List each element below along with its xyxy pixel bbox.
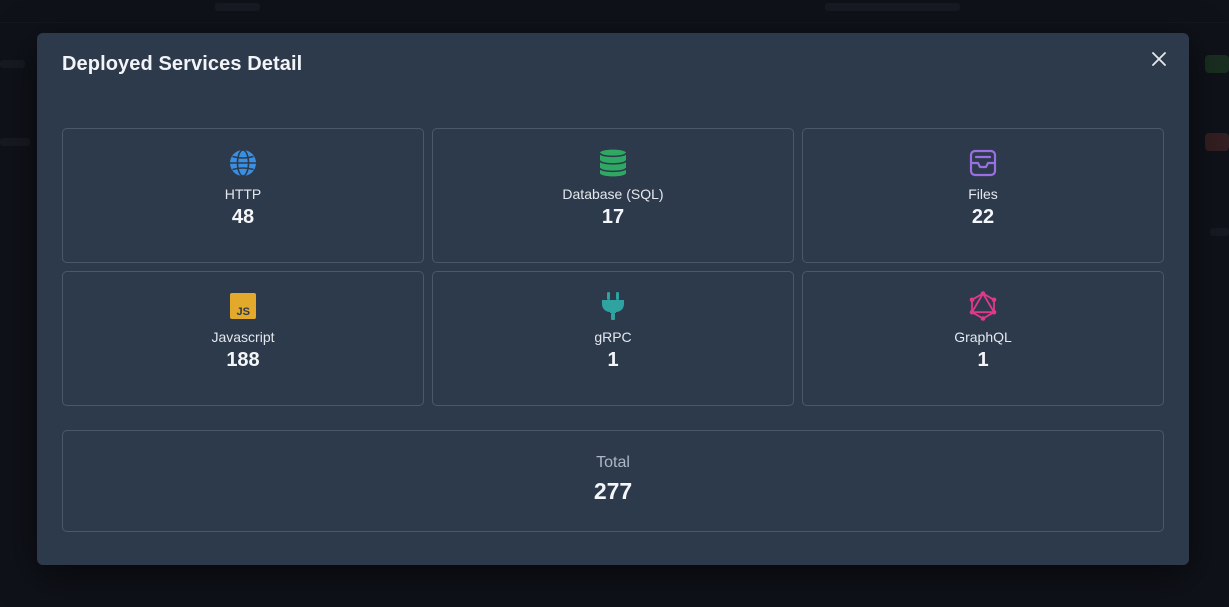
plug-icon	[598, 291, 628, 321]
javascript-icon: JS	[228, 291, 258, 321]
graphql-icon	[968, 291, 998, 321]
service-count: 1	[607, 349, 619, 371]
close-icon	[1152, 52, 1166, 66]
service-card-http[interactable]: HTTP 48	[62, 128, 424, 263]
service-label: Files	[968, 186, 998, 202]
total-card: Total 277	[62, 430, 1164, 532]
services-grid: HTTP 48 Database (SQL) 17 Files 22 JS Ja…	[62, 128, 1164, 406]
service-label: gRPC	[594, 329, 632, 345]
service-label: Javascript	[211, 329, 275, 345]
service-card-files[interactable]: Files 22	[802, 128, 1164, 263]
deployed-services-modal: Deployed Services Detail HTTP 48 Databas…	[37, 33, 1189, 565]
service-count: 188	[226, 349, 260, 371]
service-card-grpc[interactable]: gRPC 1	[432, 271, 794, 406]
service-count: 1	[977, 349, 989, 371]
svg-text:JS: JS	[237, 306, 250, 318]
service-label: Database (SQL)	[562, 186, 664, 202]
service-card-database[interactable]: Database (SQL) 17	[432, 128, 794, 263]
total-count: 277	[593, 478, 633, 504]
service-count: 22	[971, 206, 995, 228]
globe-icon	[228, 148, 258, 178]
database-icon	[598, 148, 628, 178]
total-label: Total	[596, 454, 630, 471]
service-label: GraphQL	[954, 329, 1012, 345]
modal-title: Deployed Services Detail	[62, 53, 303, 75]
service-count: 17	[601, 206, 625, 228]
service-label: HTTP	[224, 186, 262, 202]
close-button[interactable]	[1149, 49, 1169, 69]
service-card-graphql[interactable]: GraphQL 1	[802, 271, 1164, 406]
service-count: 48	[231, 206, 255, 228]
service-card-javascript[interactable]: JS Javascript 188	[62, 271, 424, 406]
inbox-icon	[968, 148, 998, 178]
